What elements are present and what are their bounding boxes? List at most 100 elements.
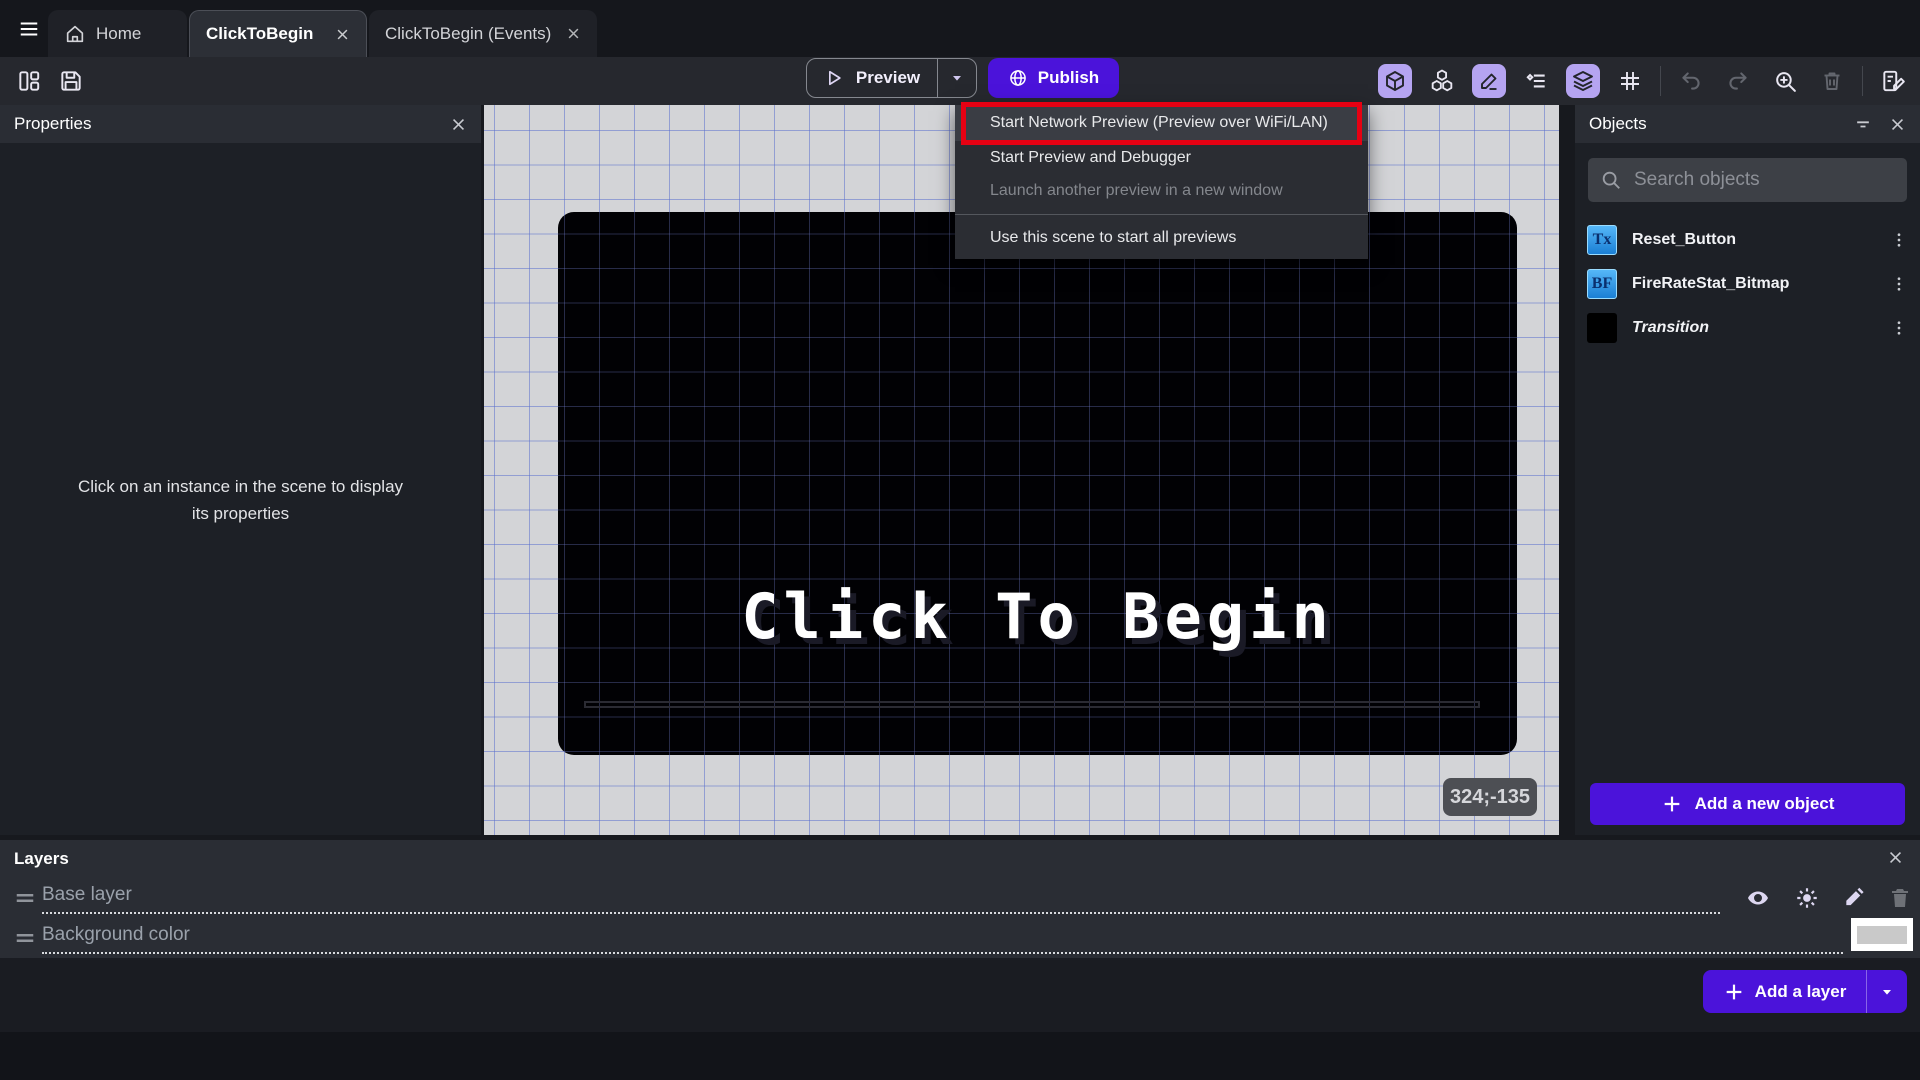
- bitmap-font-object-icon: BF: [1587, 269, 1617, 299]
- game-title-text[interactable]: Click To Begin: [558, 580, 1517, 653]
- kebab-menu-icon: [1897, 233, 1901, 247]
- menu-item-use-scene-all-previews[interactable]: Use this scene to start all previews: [955, 221, 1368, 254]
- zoom-in-button[interactable]: [1768, 64, 1802, 98]
- chevron-down-icon: [1883, 989, 1891, 995]
- trash-icon: [1892, 889, 1908, 907]
- edit-mode-toggle[interactable]: [1472, 64, 1506, 98]
- background-color-field[interactable]: Background color: [42, 922, 1843, 954]
- layer-row-base-layer[interactable]: Base layer: [0, 882, 1920, 916]
- chevron-down-icon: [953, 76, 961, 81]
- editor-toolbar: Preview Publish: [0, 57, 1920, 105]
- cube-icon: [1386, 71, 1404, 91]
- add-object-label: Add a new object: [1694, 794, 1835, 813]
- globe-icon: [1009, 70, 1026, 86]
- effects-icon: [1797, 888, 1817, 908]
- layer-name-field[interactable]: Base layer: [42, 882, 1720, 914]
- drag-handle-icon[interactable]: [14, 890, 36, 906]
- tab-scene-clicktobegin[interactable]: ClickToBegin: [189, 10, 367, 57]
- properties-panel-title: Properties: [14, 114, 92, 133]
- menu-item-start-preview-debugger[interactable]: Start Preview and Debugger: [955, 141, 1368, 174]
- game-background-rect[interactable]: Click To Begin: [558, 212, 1517, 755]
- layers-panel-toggle[interactable]: [1566, 64, 1600, 98]
- close-icon: [1889, 851, 1902, 864]
- close-properties-button[interactable]: [450, 116, 467, 133]
- add-new-object-button[interactable]: Add a new object: [1590, 783, 1905, 825]
- layers-panel-footer: [0, 958, 1920, 1032]
- object-menu-button[interactable]: [1890, 275, 1908, 293]
- objects-panel-toggle[interactable]: [1378, 64, 1412, 98]
- zoom-in-icon: [1775, 71, 1796, 92]
- object-menu-button[interactable]: [1890, 231, 1908, 249]
- layer-row-background-color[interactable]: Background color: [0, 918, 1920, 956]
- plus-icon: [1664, 796, 1679, 812]
- save-button[interactable]: [56, 66, 86, 96]
- object-row-transition[interactable]: Transition: [1575, 306, 1920, 350]
- kebab-menu-icon: [1897, 277, 1901, 291]
- instances-list-icon: [1526, 73, 1545, 88]
- menu-item-start-network-preview[interactable]: Start Network Preview (Preview over WiFi…: [955, 105, 1368, 141]
- objects-search-box[interactable]: [1588, 158, 1907, 202]
- objects-panel: Objects Tx Reset_Button BF FireRateStat_…: [1575, 105, 1920, 835]
- object-name: FireRateStat_Bitmap: [1632, 275, 1790, 292]
- close-icon: [452, 118, 465, 130]
- toolbar-divider: [1660, 66, 1661, 96]
- toggle-panels-button[interactable]: [14, 66, 44, 96]
- object-name: Transition: [1632, 319, 1710, 336]
- layers-icon: [1573, 71, 1593, 91]
- menu-item-launch-another-preview: Launch another preview in a new window: [990, 181, 1283, 199]
- object-row-reset-button[interactable]: Tx Reset_Button: [1575, 218, 1920, 262]
- close-objects-button[interactable]: [1889, 116, 1906, 133]
- stacked-cubes-icon: [1431, 69, 1453, 92]
- close-layers-button[interactable]: [1887, 849, 1904, 866]
- publish-button[interactable]: Publish: [988, 58, 1119, 98]
- background-color-swatch[interactable]: [1851, 918, 1913, 951]
- filter-objects-button[interactable]: [1853, 114, 1873, 134]
- grid-toggle[interactable]: [1613, 64, 1647, 98]
- window-bottom-strip: [0, 1032, 1920, 1080]
- add-layer-button[interactable]: Add a layer: [1703, 970, 1907, 1013]
- toolbar-divider: [1862, 66, 1863, 96]
- object-menu-button[interactable]: [1890, 319, 1908, 337]
- instances-list-toggle[interactable]: [1519, 64, 1553, 98]
- save-icon: [61, 71, 81, 91]
- object-row-fireratestat-bitmap[interactable]: BF FireRateStat_Bitmap: [1575, 262, 1920, 306]
- undo-button[interactable]: [1674, 64, 1708, 98]
- publish-button-label: Publish: [1037, 68, 1100, 87]
- preview-dropdown-toggle[interactable]: [938, 70, 976, 86]
- properties-panel-header: Properties: [0, 105, 481, 143]
- tab-close-icon[interactable]: [335, 27, 350, 42]
- search-input[interactable]: [1634, 169, 1895, 191]
- redo-icon: [1729, 72, 1747, 90]
- undo-icon: [1682, 72, 1700, 90]
- game-progress-bar-outline[interactable]: [584, 701, 1480, 708]
- scene-properties-button[interactable]: [1876, 64, 1910, 98]
- redo-button[interactable]: [1721, 64, 1755, 98]
- properties-empty-message: Click on an instance in the scene to dis…: [77, 477, 404, 523]
- panels-icon: [19, 71, 40, 91]
- home-icon: [66, 25, 84, 42]
- layer-delete-button[interactable]: [1888, 886, 1912, 910]
- layer-edit-button[interactable]: [1842, 886, 1866, 910]
- add-layer-button-main[interactable]: Add a layer: [1703, 981, 1866, 1003]
- tab-home[interactable]: Home: [48, 10, 187, 57]
- objects-panel-title: Objects: [1589, 114, 1647, 133]
- layers-panel-title: Layers: [14, 849, 69, 868]
- color-swatch-fill: [1857, 925, 1907, 944]
- tab-close-icon[interactable]: [566, 26, 581, 41]
- tab-bar: Home ClickToBegin ClickToBegin (Events): [0, 0, 1920, 57]
- tab-events-clicktobegin[interactable]: ClickToBegin (Events): [369, 10, 597, 57]
- object-name: Reset_Button: [1632, 231, 1737, 248]
- layer-visibility-button[interactable]: [1744, 886, 1772, 910]
- add-layer-dropdown-toggle[interactable]: [1867, 984, 1907, 1000]
- instances-panel-toggle[interactable]: [1425, 64, 1459, 98]
- eye-icon: [1748, 891, 1768, 905]
- delete-button[interactable]: [1815, 64, 1849, 98]
- preview-button-main[interactable]: Preview: [807, 68, 937, 88]
- sprite-object-icon: [1587, 313, 1617, 343]
- menu-divider: [955, 214, 1368, 215]
- main-menu-button[interactable]: [12, 15, 46, 43]
- layer-effects-button[interactable]: [1794, 885, 1820, 911]
- filter-icon: [1857, 121, 1869, 128]
- drag-handle-icon[interactable]: [14, 930, 36, 946]
- preview-button[interactable]: Preview: [806, 58, 977, 98]
